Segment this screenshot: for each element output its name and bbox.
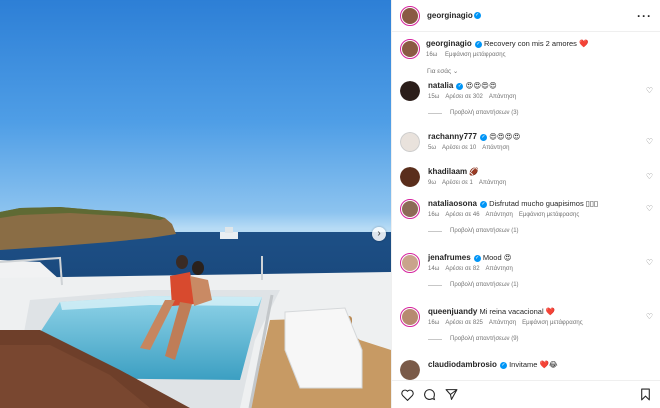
commenter-username[interactable]: claudiodambrosio bbox=[428, 360, 497, 369]
post-actions-bar bbox=[392, 380, 660, 408]
bookmark-icon[interactable] bbox=[638, 388, 652, 402]
comment-time[interactable]: 9ω bbox=[428, 180, 436, 186]
heart-icon[interactable] bbox=[400, 388, 414, 402]
commenter-username[interactable]: khadilaam bbox=[428, 167, 467, 176]
heart-icon[interactable]: ♡ bbox=[646, 137, 653, 146]
yacht-photo bbox=[0, 207, 391, 408]
view-replies-button[interactable]: Προβολή απαντήσεων (1) bbox=[428, 228, 652, 234]
verified-badge-icon: ✓ bbox=[473, 12, 481, 19]
comment-icon[interactable] bbox=[422, 388, 436, 402]
verified-badge-icon: ✓ bbox=[456, 82, 464, 90]
view-replies-button[interactable]: Προβολή απαντήσεων (1) bbox=[428, 282, 652, 288]
comment-time[interactable]: 14ω bbox=[428, 266, 439, 272]
see-translation-link[interactable]: Εμφάνιση μετάφρασης bbox=[445, 52, 505, 58]
author-username[interactable]: georginagio bbox=[427, 11, 473, 20]
comment-likes[interactable]: Αρέσει σε 825 bbox=[445, 320, 483, 326]
heart-icon[interactable]: ♡ bbox=[646, 258, 653, 267]
comment-text: Disfrutad mucho guapisimos ▯▯▯ bbox=[489, 199, 599, 208]
verified-badge-icon: ✓ bbox=[473, 254, 481, 262]
verified-badge-icon: ✓ bbox=[474, 40, 482, 48]
commenter-username[interactable]: queenjuandy bbox=[428, 307, 477, 316]
caption-time[interactable]: 16ω bbox=[426, 52, 437, 58]
reply-button[interactable]: Απάντηση bbox=[486, 212, 513, 218]
comment-likes[interactable]: Αρέσει σε 10 bbox=[442, 145, 476, 151]
commenter-username[interactable]: nataliaosona bbox=[428, 199, 477, 208]
reply-button[interactable]: Απάντηση bbox=[489, 94, 516, 100]
comment-item: jenafrumes ✓ Mood 😍 14ω Αρέσει σε 82 Απάντ… bbox=[392, 253, 660, 307]
caption-username[interactable]: georginagio bbox=[426, 39, 472, 48]
commenter-avatar[interactable] bbox=[400, 199, 420, 219]
heart-icon[interactable]: ♡ bbox=[646, 204, 653, 213]
view-replies-button[interactable]: Προβολή απαντήσεων (3) bbox=[428, 110, 652, 116]
post-header: georginagio ✓ ··· bbox=[392, 0, 660, 32]
comment-item: khadilaam 🏈 9ω Αρέσει σε 1 Απάντηση ♡ bbox=[392, 167, 660, 199]
comment-text: 😍😍😍😍 bbox=[465, 81, 497, 90]
comment-text: Invitame ❤️😂 bbox=[509, 360, 558, 369]
view-replies-button[interactable]: Προβολή απαντήσεων (9) bbox=[428, 336, 652, 342]
comment-time[interactable]: 5ω bbox=[428, 145, 436, 151]
commenter-avatar[interactable] bbox=[400, 132, 420, 152]
comment-text: 🏈 bbox=[469, 167, 479, 176]
comment-text: Mood 😍 bbox=[482, 253, 512, 262]
reply-button[interactable]: Απάντηση bbox=[482, 145, 509, 151]
comment-text: 😍😍😍😍 bbox=[489, 132, 521, 141]
comment-likes[interactable]: Αρέσει σε 82 bbox=[445, 266, 479, 272]
comment-item: nataliaosona ✓ Disfrutad mucho guapisimo… bbox=[392, 199, 660, 253]
verified-badge-icon: ✓ bbox=[480, 133, 488, 141]
more-options-icon[interactable]: ··· bbox=[637, 9, 652, 23]
reply-button[interactable]: Απάντηση bbox=[486, 266, 513, 272]
reply-button[interactable]: Απάντηση bbox=[489, 320, 516, 326]
verified-badge-icon: ✓ bbox=[480, 200, 487, 208]
comments-panel: georginagio ✓ ··· georginagio ✓ Recovery… bbox=[391, 0, 660, 408]
commenter-username[interactable]: jenafrumes bbox=[428, 253, 471, 262]
commenter-avatar[interactable] bbox=[400, 167, 420, 187]
comment-item: rachanny777 ✓ 😍😍😍😍 5ω Αρέσει σε 10 Απάντησ… bbox=[392, 132, 660, 167]
commenter-username[interactable]: natalia bbox=[428, 81, 453, 90]
comment-time[interactable]: 16ω bbox=[428, 320, 439, 326]
commenter-avatar[interactable] bbox=[400, 360, 420, 380]
comment-text: Mi reina vacacional ❤️ bbox=[479, 307, 556, 316]
caption-text: Recovery con mis 2 amores ❤️ bbox=[483, 39, 589, 48]
comment-likes[interactable]: Αρέσει σε 1 bbox=[442, 180, 473, 186]
comment-item: claudiodambrosio ✓ Invitame ❤️😂 bbox=[392, 360, 660, 380]
heart-icon[interactable]: ♡ bbox=[646, 312, 653, 321]
commenter-avatar[interactable] bbox=[400, 81, 420, 101]
reply-button[interactable]: Απάντηση bbox=[479, 180, 506, 186]
comment-likes[interactable]: Αρέσει σε 46 bbox=[445, 212, 479, 218]
comments-list[interactable]: georginagio ✓ Recovery con mis 2 amores … bbox=[392, 33, 660, 380]
see-translation-link[interactable]: Εμφάνιση μετάφρασης bbox=[522, 320, 582, 326]
sort-for-you-dropdown[interactable]: Για εσάς ⌄ bbox=[392, 59, 660, 81]
share-icon[interactable] bbox=[444, 388, 458, 402]
carousel-next-button[interactable]: › bbox=[372, 227, 386, 241]
heart-icon[interactable]: ♡ bbox=[646, 86, 653, 95]
see-translation-link[interactable]: Εμφάνιση μετάφρασης bbox=[519, 212, 579, 218]
caption: georginagio ✓ Recovery con mis 2 amores … bbox=[392, 33, 660, 59]
commenter-avatar[interactable] bbox=[400, 253, 420, 273]
comment-time[interactable]: 15ω bbox=[428, 94, 439, 100]
post-media[interactable]: › bbox=[0, 0, 391, 408]
caption-avatar[interactable] bbox=[400, 39, 420, 59]
comment-time[interactable]: 16ω bbox=[428, 212, 439, 218]
comment-item: queenjuandy Mi reina vacacional ❤️ 16ω Αρ… bbox=[392, 307, 660, 360]
comment-likes[interactable]: Αρέσει σε 302 bbox=[445, 94, 483, 100]
author-avatar[interactable] bbox=[400, 5, 420, 26]
commenter-avatar[interactable] bbox=[400, 307, 420, 327]
comment-item: natalia ✓ 😍😍😍😍 15ω Αρέσει σε 302 Απάντηση … bbox=[392, 81, 660, 132]
commenter-username[interactable]: rachanny777 bbox=[428, 132, 477, 141]
heart-icon[interactable]: ♡ bbox=[646, 172, 653, 181]
verified-badge-icon: ✓ bbox=[500, 361, 507, 369]
